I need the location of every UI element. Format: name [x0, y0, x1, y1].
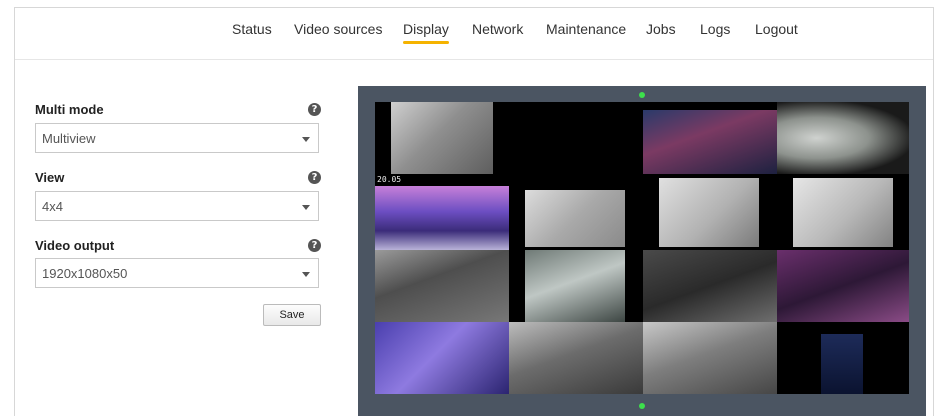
chevron-down-icon	[302, 272, 310, 277]
nav-maintenance[interactable]: Maintenance	[546, 21, 626, 37]
nav-logout[interactable]: Logout	[755, 21, 798, 37]
view-value: 4x4	[42, 199, 63, 214]
top-resize-handle[interactable]	[639, 92, 645, 98]
camera-tile	[391, 102, 493, 174]
camera-tile	[793, 178, 893, 247]
camera-tile	[375, 186, 509, 250]
multi-mode-label: Multi mode	[35, 102, 104, 117]
nav-video-sources[interactable]: Video sources	[294, 21, 382, 37]
camera-tile	[375, 250, 509, 322]
question-circle-icon[interactable]: ?	[308, 171, 321, 184]
nav-status[interactable]: Status	[232, 21, 272, 37]
question-circle-icon[interactable]: ?	[308, 239, 321, 252]
nav-jobs[interactable]: Jobs	[646, 21, 676, 37]
camera-tile	[509, 322, 643, 394]
multiview-preview: 20.05	[358, 86, 926, 416]
chevron-down-icon	[302, 137, 310, 142]
camera-tile	[525, 250, 625, 322]
multi-mode-select[interactable]: Multiview	[35, 123, 319, 153]
camera-tile	[643, 250, 777, 322]
nav-logs[interactable]: Logs	[700, 21, 730, 37]
multi-mode-value: Multiview	[42, 131, 96, 146]
camera-tile	[777, 250, 909, 322]
camera-tile	[659, 178, 759, 247]
top-navigation: Status Video sources Display Network Mai…	[15, 8, 933, 60]
camera-timestamp: 20.05	[377, 175, 402, 184]
question-circle-icon[interactable]: ?	[308, 103, 321, 116]
nav-network[interactable]: Network	[472, 21, 523, 37]
video-output-label: Video output	[35, 238, 115, 253]
camera-tile	[643, 322, 777, 394]
view-select[interactable]: 4x4	[35, 191, 319, 221]
camera-tile	[643, 110, 777, 174]
chevron-down-icon	[302, 205, 310, 210]
save-button[interactable]: Save	[263, 304, 321, 326]
video-output-value: 1920x1080x50	[42, 266, 128, 281]
camera-tile	[525, 190, 625, 247]
camera-grid: 20.05	[375, 102, 909, 394]
app-frame: Status Video sources Display Network Mai…	[14, 7, 934, 416]
camera-tile	[821, 334, 863, 394]
camera-tile	[777, 102, 909, 174]
video-output-select[interactable]: 1920x1080x50	[35, 258, 319, 288]
camera-tile	[375, 322, 509, 394]
view-label: View	[35, 170, 65, 185]
nav-display[interactable]: Display	[403, 21, 449, 44]
bottom-resize-handle[interactable]	[639, 403, 645, 409]
